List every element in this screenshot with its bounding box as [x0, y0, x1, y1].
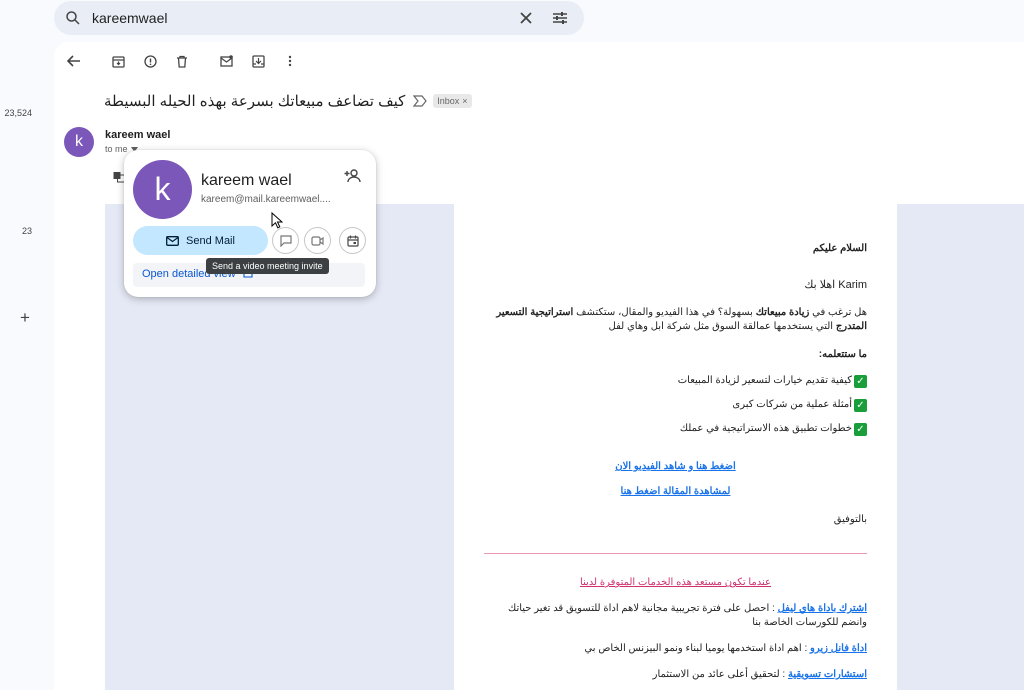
check-icon: ✓	[854, 422, 867, 436]
checklist-item: ✓ أمثلة عملية من شركات كبرى	[484, 398, 867, 412]
archive-icon	[111, 55, 125, 68]
search-icon[interactable]	[64, 9, 82, 27]
body-greeting: السلام عليكم	[812, 243, 867, 254]
body-links: اضغط هنا و شاهد الفيديو الان لمشاهدة الم…	[484, 460, 867, 499]
send-mail-button[interactable]: Send Mail	[133, 226, 268, 255]
unread-count-mid: 23	[21, 226, 32, 236]
send-mail-label: Send Mail	[186, 234, 235, 247]
mail-icon	[166, 235, 179, 246]
service-text: : اهم اداة استخدمها يوميا لبناء ونمو الب…	[584, 643, 811, 654]
unread-count-top: 23,524	[4, 108, 32, 118]
video-invite-tooltip: Send a video meeting invite	[206, 258, 329, 274]
back-icon	[67, 55, 80, 67]
clear-search-button[interactable]	[516, 8, 536, 28]
search-input[interactable]	[92, 10, 502, 26]
archive-button[interactable]	[108, 51, 128, 71]
schedule-event-button[interactable]	[339, 227, 366, 254]
search-options-button[interactable]	[550, 8, 570, 28]
body-intro: هل ترغب في زيادة مبيعاتك بسهولة؟ في هذا …	[484, 306, 867, 334]
learn-title: ما ستتعلمه:	[818, 349, 867, 360]
contact-name: kareem wael	[201, 172, 292, 189]
important-icon[interactable]	[413, 95, 428, 107]
left-rail: 23,524 23 +	[0, 0, 52, 690]
service-text: : لتحقيق أعلى عائد من الاستثمار	[652, 669, 788, 680]
back-button[interactable]	[64, 51, 84, 71]
contact-card: k kareem wael kareem@mail.kareemwael....…	[124, 150, 376, 297]
close-icon	[520, 12, 532, 24]
filter-icon	[553, 12, 567, 24]
service-link-consulting[interactable]: استشارات تسويقية	[788, 669, 867, 680]
checklist-text: كيفية تقديم خيارات لتسعير لزيادة المبيعا…	[677, 375, 852, 386]
message-pane: كيف تضاعف مبيعاتك بسرعة بهذه الحيله البس…	[54, 42, 1024, 690]
chat-icon	[279, 234, 292, 247]
subject-row: كيف تضاعف مبيعاتك بسرعة بهذه الحيله البس…	[104, 92, 472, 110]
delete-button[interactable]	[172, 51, 192, 71]
label-text: Inbox	[437, 96, 460, 106]
service-item: اداة فانل زيرو : اهم اداة استخدمها يوميا…	[484, 642, 867, 656]
service-item: اشترك باداة هاي ليفل : احصل على فترة تجر…	[484, 602, 867, 630]
move-to-button[interactable]	[248, 51, 268, 71]
divider	[484, 553, 867, 554]
report-icon	[143, 54, 157, 68]
add-person-icon[interactable]	[344, 167, 362, 185]
checklist-item: ✓ خطوات تطبيق هذه الاستراتيجية في عملك	[484, 422, 867, 436]
email-body: السلام عليكم Karim اهلا بك هل ترغب في زي…	[454, 204, 897, 690]
recipient-label: to me	[105, 144, 128, 154]
body-hello: Karim اهلا بك	[804, 279, 867, 291]
intro-pre: هل ترغب في	[809, 307, 867, 318]
intro-mid: بسهولة؟ في هذا الفيديو والمقال، ستكتشف	[573, 307, 756, 318]
search-bar	[54, 1, 584, 35]
report-spam-button[interactable]	[140, 51, 160, 71]
sender-avatar[interactable]: k	[64, 127, 94, 157]
delete-icon	[177, 55, 187, 68]
video-meeting-button[interactable]	[304, 227, 331, 254]
intro-bold-1: زيادة مبيعاتك	[755, 307, 810, 318]
remove-label-icon[interactable]: ×	[462, 96, 467, 106]
contact-email[interactable]: kareem@mail.kareemwael....	[201, 194, 331, 205]
chat-button[interactable]	[272, 227, 299, 254]
read-article-link[interactable]: لمشاهدة المقالة اضغط هنا	[484, 485, 867, 499]
mark-unread-icon	[219, 55, 233, 67]
add-label-button[interactable]: +	[20, 309, 30, 326]
checklist-item: ✓ كيفية تقديم خيارات لتسعير لزيادة المبيع…	[484, 374, 867, 388]
message-subject: كيف تضاعف مبيعاتك بسرعة بهذه الحيله البس…	[104, 93, 406, 110]
services-title[interactable]: عندما تكون مستعد هذه الخدمات المتوفرة لد…	[484, 576, 867, 590]
service-link-funnelzero[interactable]: اداة فانل زيرو	[810, 643, 867, 654]
sender-name[interactable]: kareem wael	[105, 129, 170, 141]
calendar-icon	[346, 235, 359, 247]
video-icon	[311, 235, 324, 246]
intro-post: التي يستخدمها عمالقة السوق مثل شركة ابل …	[608, 321, 836, 332]
service-item: استشارات تسويقية : لتحقيق أعلى عائد من ا…	[484, 668, 867, 682]
move-icon	[251, 54, 265, 68]
inbox-label-chip[interactable]: Inbox ×	[433, 94, 472, 108]
check-icon: ✓	[854, 374, 867, 388]
mark-unread-button[interactable]	[216, 51, 236, 71]
mouse-cursor-icon	[271, 212, 283, 229]
checklist-text: أمثلة عملية من شركات كبرى	[732, 399, 852, 410]
service-link-highlevel[interactable]: اشترك باداة هاي ليفل	[778, 603, 867, 614]
body-signoff: بالتوفيق	[833, 514, 867, 525]
more-options-button[interactable]	[280, 51, 300, 71]
checklist-text: خطوات تطبيق هذه الاستراتيجية في عملك	[679, 423, 852, 434]
watch-video-link[interactable]: اضغط هنا و شاهد الفيديو الان	[484, 460, 867, 474]
check-icon: ✓	[854, 398, 867, 412]
more-icon	[288, 55, 292, 67]
message-toolbar	[64, 51, 312, 71]
contact-avatar: k	[133, 160, 192, 219]
